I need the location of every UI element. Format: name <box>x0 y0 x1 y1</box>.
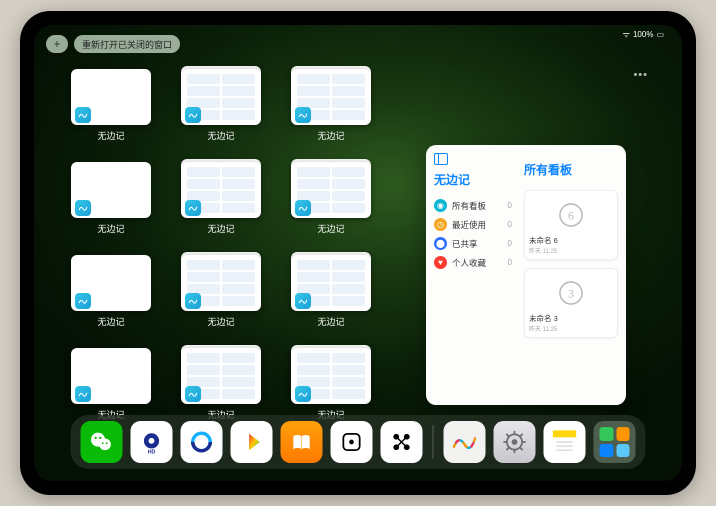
wifi-icon: ᯤ <box>623 29 630 40</box>
window-thumb[interactable]: 无边记 <box>68 255 154 328</box>
window-thumb-label: 无边记 <box>97 315 124 328</box>
dock-app-freeform[interactable] <box>444 421 486 463</box>
screen: ᯤ 100% ▭ + 重新打开已关闭的窗口 无边记无边记无边记无边记无边记无边记… <box>34 25 682 481</box>
freeform-badge-icon <box>75 386 91 402</box>
board-title: 未命名 6 <box>529 235 558 246</box>
freeform-badge-icon <box>185 293 201 309</box>
freeform-badge-icon <box>295 107 311 123</box>
dock-app-quark-hd[interactable]: HD <box>131 421 173 463</box>
app-preview-panel[interactable]: 无边记 ◉所有看板0◷最近使用0⬤已共享0♥个人收藏0 所有看板 6未命名 6昨… <box>426 145 626 405</box>
nav-icon: ◷ <box>434 218 447 231</box>
sidebar-toggle-icon[interactable] <box>434 153 448 165</box>
window-thumb-label: 无边记 <box>317 222 344 235</box>
sidebar-item[interactable]: ⬤ 已共享 0 <box>434 234 512 253</box>
nav-label: 最近使用 <box>452 219 486 231</box>
nav-label: 所有看板 <box>452 200 486 212</box>
svg-text:3: 3 <box>568 286 574 300</box>
board-title: 未命名 3 <box>529 313 558 324</box>
ipad-frame: ᯤ 100% ▭ + 重新打开已关闭的窗口 无边记无边记无边记无边记无边记无边记… <box>20 11 696 495</box>
freeform-badge-icon <box>295 200 311 216</box>
panel-left-title: 无边记 <box>434 171 512 188</box>
board-card[interactable]: 3 未命名 3昨天 11:25 <box>524 268 618 338</box>
reopen-label: 重新打开已关闭的窗口 <box>82 38 172 51</box>
sidebar-item[interactable]: ◷ 最近使用 0 <box>434 215 512 234</box>
freeform-badge-icon <box>185 200 201 216</box>
dock-app-books[interactable] <box>281 421 323 463</box>
window-thumb-label: 无边记 <box>207 129 234 142</box>
freeform-badge-icon <box>185 107 201 123</box>
window-thumb-label: 无边记 <box>207 315 234 328</box>
battery-label: 100% <box>633 30 653 39</box>
nav-icon: ◉ <box>434 199 447 212</box>
nav-count: 0 <box>508 201 512 210</box>
window-thumb-label: 无边记 <box>317 129 344 142</box>
nav-label: 个人收藏 <box>452 257 486 269</box>
window-thumb[interactable]: 无边记 <box>178 162 264 235</box>
dock-separator <box>433 425 434 459</box>
panel-right-title: 所有看板 <box>524 161 618 178</box>
window-thumb-label: 无边记 <box>207 222 234 235</box>
freeform-badge-icon <box>185 386 201 402</box>
top-bar: + 重新打开已关闭的窗口 <box>46 35 180 53</box>
window-thumb[interactable]: 无边记 <box>178 255 264 328</box>
nav-count: 0 <box>508 220 512 229</box>
dock-app-notes[interactable] <box>544 421 586 463</box>
dock-app-folder[interactable] <box>594 421 636 463</box>
window-thumb[interactable]: 无边记 <box>68 162 154 235</box>
nav-count: 0 <box>508 258 512 267</box>
freeform-badge-icon <box>75 107 91 123</box>
window-thumb[interactable]: 无边记 <box>288 162 374 235</box>
app-switcher-grid: 无边记无边记无边记无边记无边记无边记无边记无边记无边记无边记无边记无边记 <box>68 69 428 421</box>
battery-icon: ▭ <box>656 30 664 39</box>
ellipsis-icon[interactable]: ••• <box>633 69 648 81</box>
freeform-badge-icon <box>295 293 311 309</box>
window-thumb[interactable]: 无边记 <box>288 348 374 421</box>
dock: HD <box>71 415 646 469</box>
board-preview: 3 <box>541 273 601 313</box>
sidebar-item[interactable]: ♥ 个人收藏 0 <box>434 253 512 272</box>
window-thumb[interactable]: 无边记 <box>288 255 374 328</box>
add-button[interactable]: + <box>46 35 68 53</box>
dock-app-quark[interactable] <box>181 421 223 463</box>
freeform-badge-icon <box>75 200 91 216</box>
status-bar: ᯤ 100% ▭ <box>623 29 664 40</box>
panel-content: 所有看板 6未命名 6昨天 11:253未命名 3昨天 11:25 <box>518 145 626 405</box>
window-thumb[interactable]: 无边记 <box>288 69 374 142</box>
dock-app-settings[interactable] <box>494 421 536 463</box>
board-preview: 6 <box>541 195 601 235</box>
window-thumb-label: 无边记 <box>317 315 344 328</box>
window-thumb[interactable]: 无边记 <box>68 69 154 142</box>
dock-app-connect[interactable] <box>381 421 423 463</box>
dock-app-dice[interactable] <box>331 421 373 463</box>
svg-text:6: 6 <box>568 208 574 222</box>
board-subtitle: 昨天 11:25 <box>529 246 557 255</box>
freeform-badge-icon <box>75 293 91 309</box>
board-card[interactable]: 6 未命名 6昨天 11:25 <box>524 190 618 260</box>
window-thumb[interactable]: 无边记 <box>68 348 154 421</box>
nav-label: 已共享 <box>452 238 478 250</box>
window-thumb[interactable]: 无边记 <box>178 69 264 142</box>
plus-icon: + <box>53 37 60 51</box>
freeform-badge-icon <box>295 386 311 402</box>
svg-text:HD: HD <box>148 450 156 456</box>
window-thumb-label: 无边记 <box>97 222 124 235</box>
nav-icon: ⬤ <box>434 237 447 250</box>
sidebar-item[interactable]: ◉ 所有看板 0 <box>434 196 512 215</box>
panel-sidebar: 无边记 ◉ 所有看板 0 ◷ 最近使用 0 ⬤ 已共享 0 ♥ 个人收藏 0 <box>426 145 518 405</box>
nav-count: 0 <box>508 239 512 248</box>
reopen-closed-window-button[interactable]: 重新打开已关闭的窗口 <box>74 35 180 53</box>
window-thumb[interactable]: 无边记 <box>178 348 264 421</box>
dock-app-media[interactable] <box>231 421 273 463</box>
window-thumb-label: 无边记 <box>97 129 124 142</box>
board-subtitle: 昨天 11:25 <box>529 324 557 333</box>
nav-icon: ♥ <box>434 256 447 269</box>
dock-app-wechat[interactable] <box>81 421 123 463</box>
